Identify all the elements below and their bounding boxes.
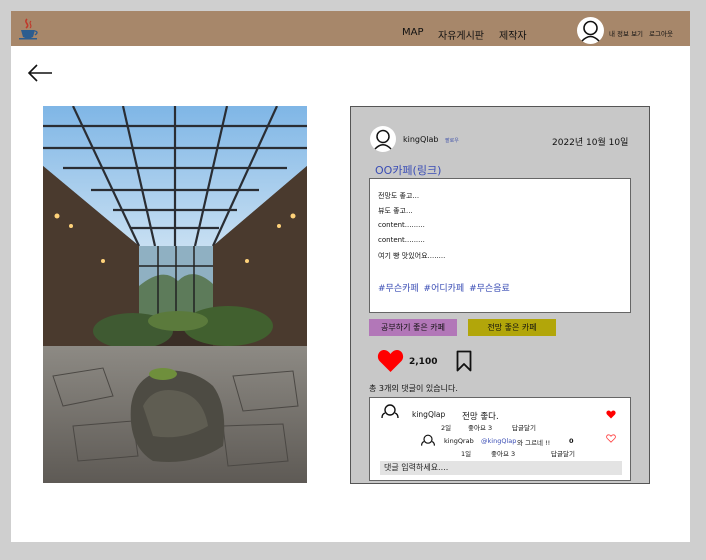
cafe-interior-image [43, 106, 307, 483]
comment-username[interactable]: kingQlap [412, 410, 445, 419]
content-line: 여기 빵 맛있어요........ [378, 252, 446, 260]
comment-heart-outline-icon[interactable] [606, 434, 616, 443]
commenter-avatar-icon[interactable] [380, 404, 400, 418]
account-links: 내 정보 보기 로그아웃 [609, 28, 679, 38]
content-line: 뷰도 좋고... [378, 207, 413, 215]
content-line: 전망도 좋고... [378, 192, 420, 200]
user-icon [374, 129, 392, 150]
user-icon [581, 20, 600, 42]
tag-study-cafe[interactable]: 공부하기 좋은 카페 [369, 319, 457, 336]
comment-likes: 좋아요 3 [468, 424, 493, 432]
comment-section: kingQlap 전망 좋다. 2일 좋아요 3 답글달기 kingQrab @… [369, 397, 631, 481]
comment-input[interactable] [380, 461, 622, 475]
hashtag[interactable]: #어디카페 [424, 284, 465, 294]
comment-count: 총 3개의 댓글이 있습니다. [369, 384, 458, 393]
back-arrow-icon[interactable] [27, 61, 53, 85]
content-line: content......... [378, 236, 425, 244]
user-avatar[interactable] [577, 17, 604, 44]
post-photo [43, 106, 307, 483]
content-line: content......... [378, 221, 425, 229]
post-date: 2022년 10월 10일 [552, 138, 629, 148]
hashtag[interactable]: #무슨음료 [469, 284, 510, 294]
tag-view-cafe[interactable]: 전망 좋은 카페 [468, 319, 556, 336]
post-content: 전망도 좋고... 뷰도 좋고... content......... cont… [369, 178, 631, 313]
java-cup-logo-icon[interactable] [17, 17, 39, 41]
reply-button[interactable]: 답글달기 [551, 448, 575, 458]
reply-text: 와 그르네 !! [517, 439, 551, 447]
reply-likes: 좋아요 3 [491, 450, 516, 458]
reply-age: 1일 [461, 450, 472, 458]
reply-button[interactable]: 답글달기 [512, 422, 536, 432]
comment-age: 2일 [441, 424, 452, 432]
nav-free-board[interactable]: 자유게시판 [438, 27, 484, 42]
post-card: kingQlab 팔로우 2022년 10월 10일 OO카페(링크) 전망도 … [350, 106, 650, 484]
nav-map[interactable]: MAP [402, 27, 424, 38]
post-author-name[interactable]: kingQlab [403, 135, 439, 144]
reply-mention[interactable]: @kingQlap [481, 437, 516, 445]
reply-avatar-icon[interactable] [420, 434, 436, 446]
bookmark-icon[interactable] [456, 350, 472, 372]
comment-text: 전망 좋다. [462, 412, 499, 422]
follow-button[interactable]: 팔로우 [445, 137, 459, 144]
like-count: 2,100 [409, 357, 438, 367]
place-link[interactable]: OO카페(링크) [375, 162, 441, 178]
logout-link[interactable]: 로그아웃 [649, 30, 673, 38]
page: MAP 자유게시판 제작자 내 정보 보기 로그아웃 kingQlab 팔로우 … [11, 11, 690, 542]
hashtag[interactable]: #무슨카페 [378, 284, 419, 294]
reply-like-count: 0 [569, 437, 574, 445]
reply-username[interactable]: kingQrab [444, 437, 474, 445]
like-heart-icon[interactable] [377, 349, 404, 373]
top-navigation-bar: MAP 자유게시판 제작자 내 정보 보기 로그아웃 [11, 11, 690, 46]
nav-creators[interactable]: 제작자 [499, 27, 527, 42]
hashtag-list: #무슨카페 #어디카페 #무슨음료 [378, 281, 512, 294]
comment-heart-filled-icon[interactable] [606, 410, 616, 419]
post-author-avatar[interactable] [370, 126, 396, 152]
my-info-link[interactable]: 내 정보 보기 [609, 30, 643, 38]
